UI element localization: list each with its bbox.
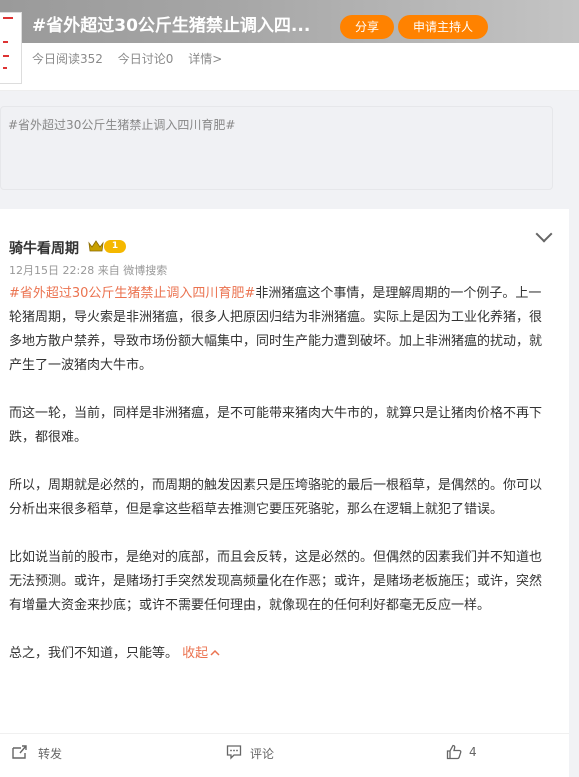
repost-icon <box>12 745 27 759</box>
post-timestamp[interactable]: 12月15日 22:28 <box>9 264 94 277</box>
post-meta: 12月15日 22:28 来自 微博搜索 <box>9 262 167 278</box>
post-composer[interactable]: #省外超过30公斤生猪禁止调入四川育肥# <box>0 106 553 190</box>
details-link[interactable]: 详情> <box>188 52 222 66</box>
post-source: 来自 微博搜索 <box>97 264 168 277</box>
hashtag-link[interactable]: #省外超过30公斤生猪禁止调入四川育肥# <box>9 286 255 301</box>
chevron-up-icon <box>210 649 220 656</box>
crown-icon <box>88 240 104 252</box>
today-reads: 今日阅读352 <box>32 52 103 66</box>
post-paragraph-5: 总之，我们不知道，只能等。 收起 <box>9 642 545 666</box>
topic-header: #省外超过30公斤生猪禁止调入四... 分享 申请主持人 今日阅读352 今日讨… <box>0 0 579 91</box>
topic-thumbnail[interactable] <box>0 12 22 84</box>
composer-text[interactable]: #省外超过30公斤生猪禁止调入四川育肥# <box>8 116 235 133</box>
thumbs-up-icon <box>446 744 462 760</box>
paragraph-5-text: 总之，我们不知道，只能等。 <box>9 646 179 661</box>
topic-title: #省外超过30公斤生猪禁止调入四... <box>32 16 311 36</box>
repost-label: 转发 <box>38 747 63 761</box>
post-paragraph: #省外超过30公斤生猪禁止调入四川育肥#非洲猪瘟这个事情，是理解周期的一个例子。… <box>9 282 545 378</box>
apply-host-button[interactable]: 申请主持人 <box>398 15 488 39</box>
post-paragraph-3: 所以，周期就是必然的，而周期的触发因素只是压垮骆驼的最后一根稻草，是偶然的。你可… <box>9 478 543 517</box>
collapse-link[interactable]: 收起 <box>182 646 220 661</box>
share-button[interactable]: 分享 <box>340 15 394 39</box>
like-count: 4 <box>469 745 477 759</box>
vip-badge: 1 <box>104 240 126 253</box>
post-paragraph-2: 而这一轮，当前，同样是非洲猪瘟，是不可能带来猪肉大牛市的，就算只是让猪肉价格不再… <box>9 406 543 445</box>
post-footer-divider <box>0 733 569 734</box>
topic-stats: 今日阅读352 今日讨论0 详情> <box>32 50 233 67</box>
comment-label: 评论 <box>250 747 275 761</box>
today-discussions: 今日讨论0 <box>117 52 174 66</box>
author-name[interactable]: 骑牛看周期 <box>9 238 79 258</box>
post-paragraph-4: 比如说当前的股市，是绝对的底部，而且会反转，这是必然的。但偶然的因素我们并不知道… <box>9 550 543 613</box>
comment-icon <box>226 745 242 760</box>
post-body: #省外超过30公斤生猪禁止调入四川育肥#非洲猪瘟这个事情，是理解周期的一个例子。… <box>9 282 545 690</box>
